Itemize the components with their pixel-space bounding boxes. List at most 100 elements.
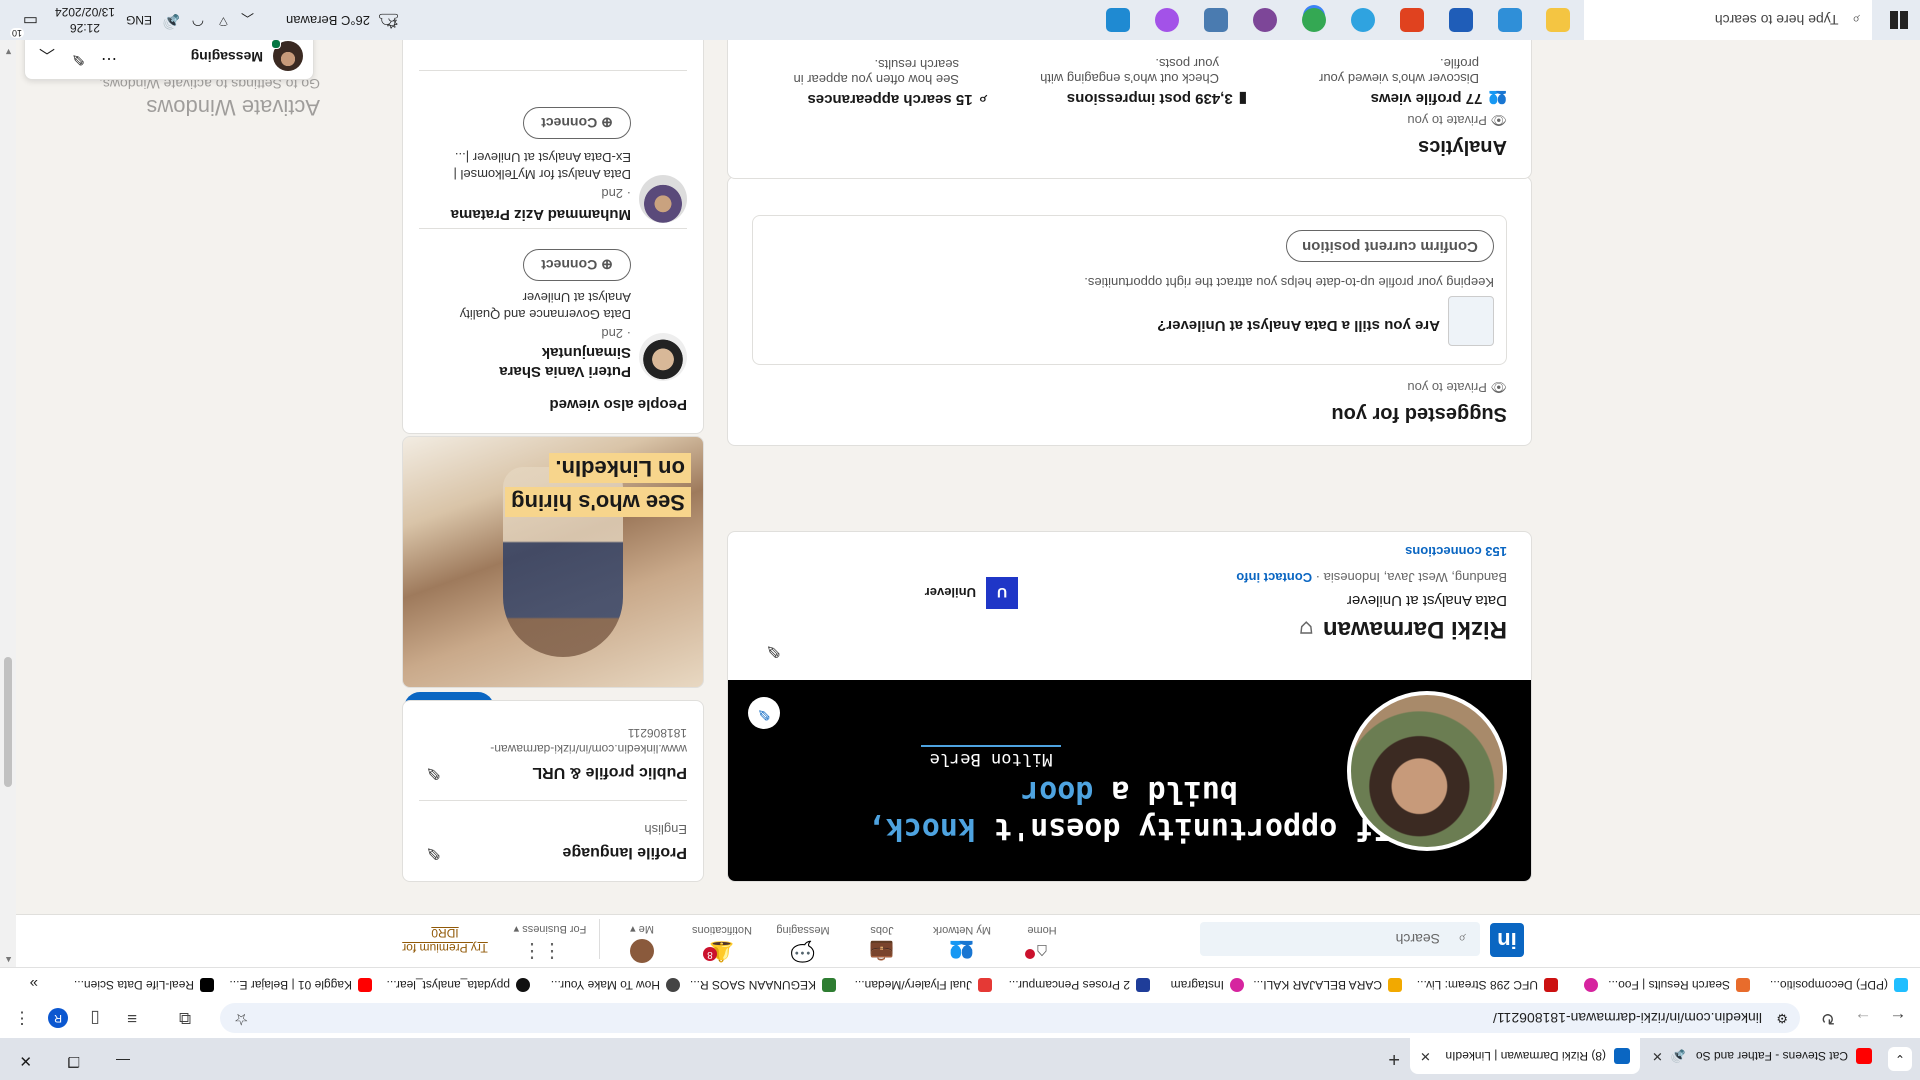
bookmark-item[interactable]: KEGUNAAN SAOS R... [690, 978, 836, 992]
menu-kebab-icon[interactable]: ⋮ [12, 1008, 32, 1028]
windows-start-icon[interactable] [1890, 11, 1908, 29]
analytics-item-profile-views[interactable]: 👥77 profile views Discover who's viewed … [1257, 56, 1507, 108]
person-degree: · 2nd [601, 186, 631, 201]
edge-icon[interactable] [1351, 8, 1375, 32]
media-icon[interactable]: ≡ [122, 1008, 142, 1028]
input-language[interactable]: ENG [126, 13, 152, 27]
nav-for-business[interactable]: ⋮⋮ For Business ▾ [508, 923, 592, 963]
bookmark-item[interactable]: Search Results | Foo... [1608, 978, 1750, 992]
search-icon: ⌕ [1458, 931, 1466, 947]
clock[interactable]: 21:26 13/02/2024 [50, 4, 120, 36]
messaging-widget[interactable]: Messaging ⋯ ✎ ︿ [24, 34, 314, 80]
person-item[interactable]: Muhammad Aziz Pratama · 2nd Data Analyst… [419, 83, 687, 223]
edit-language-pencil-icon[interactable]: ✎ [426, 842, 441, 863]
bookmark-item[interactable] [1578, 978, 1598, 992]
weather-text[interactable]: 26°C Berawan [286, 13, 370, 28]
tor-browser-icon[interactable] [1253, 8, 1277, 32]
avatar [639, 333, 687, 381]
connections-link[interactable]: 153 connections [1405, 544, 1507, 559]
messenger-icon[interactable] [1155, 8, 1179, 32]
bookmark-item[interactable]: Kaggle 01 | Belajar E... [229, 978, 372, 992]
hiring-ad-card[interactable]: See who's hiring on LinkedIn. [402, 436, 704, 688]
bookmark-item[interactable]: CARA BELAJAR KALI... [1253, 978, 1402, 992]
nav-home[interactable]: ⌂ Home [1007, 924, 1077, 963]
bookmark-item[interactable]: ppydata_analyst_lear... [387, 978, 530, 992]
analytics-item-search-appearances[interactable]: ⌕15 search appearances See how often you… [737, 57, 987, 108]
chrome-icon[interactable] [1302, 8, 1326, 32]
new-tab-button[interactable]: + [1388, 1047, 1400, 1070]
photos-icon[interactable] [1498, 8, 1522, 32]
site-info-icon[interactable]: ⚙ [1776, 1003, 1788, 1033]
edit-intro-pencil-icon[interactable]: ✎ [766, 640, 781, 661]
office-icon[interactable] [1400, 8, 1424, 32]
bookmark-item[interactable]: How To Make Your... [551, 978, 680, 992]
bookmark-item[interactable]: 2 Proses Pencampur... [1009, 978, 1150, 992]
nav-me[interactable]: Me ▾ [607, 923, 677, 963]
bookmark-item[interactable]: UFC 298 Stream: Liv... [1417, 978, 1558, 992]
task-manager-icon[interactable] [1204, 8, 1228, 32]
nav-my-network[interactable]: 👥 My Network [927, 924, 997, 963]
tab-close-icon[interactable]: ✕ [1652, 1048, 1663, 1064]
compose-icon[interactable]: ✎ [72, 49, 85, 69]
nav-jobs[interactable]: 💼 Jobs [847, 924, 917, 963]
bookmark-item[interactable]: Jual Flyalery/Medan... [855, 978, 992, 992]
tab-cat-stevens[interactable]: Cat Stevens - Father and So 🔊 ✕ [1642, 1038, 1882, 1074]
file-explorer-icon[interactable] [1546, 8, 1570, 32]
chevron-up-icon[interactable]: ︿ [39, 45, 55, 69]
profile-top-card: If opportunity doesn't knock, build a do… [727, 531, 1532, 882]
bookmark-star-icon[interactable]: ☆ [234, 1003, 248, 1033]
network-icon[interactable]: ⌔ [217, 12, 230, 30]
scroll-down-arrow[interactable]: ▼ [4, 47, 13, 57]
bookmarks-more-button[interactable]: » [30, 975, 38, 992]
address-bar: ← → ↻ ⚙ linkedin.com/in/rizki-darmawan-1… [0, 998, 1920, 1038]
extensions-icon[interactable]: ⧉ [175, 1008, 195, 1028]
verified-shield-icon[interactable]: ⛉ [1300, 618, 1312, 635]
taskbar-search-input[interactable]: ⌕ Type here to search [1584, 0, 1872, 40]
connect-button[interactable]: ⊕ Connect [523, 107, 631, 139]
more-options-icon[interactable]: ⋯ [101, 49, 117, 69]
contact-info-link[interactable]: Contact info [1236, 570, 1312, 585]
profile-photo[interactable] [1347, 691, 1507, 851]
linkedin-logo[interactable]: in [1490, 923, 1524, 957]
site-icon [1136, 978, 1150, 992]
bookmark-item[interactable]: (PDF) Decompositio... [1770, 978, 1908, 992]
site-icon [1736, 978, 1750, 992]
try-premium-link[interactable]: Try Premium for IDR0 [395, 925, 495, 955]
sidepanel-icon[interactable]: ▯ [85, 1008, 105, 1028]
tab-close-icon[interactable]: ✕ [1420, 1048, 1431, 1064]
current-company[interactable]: U Unilever [925, 577, 1018, 609]
analytics-item-post-impressions[interactable]: ▮3,439 post impressions Check out who's … [997, 56, 1247, 108]
profile-avatar[interactable]: R [48, 1008, 68, 1028]
tab-search-button[interactable]: ⌄ [1888, 1047, 1912, 1071]
confirm-position-button[interactable]: Confirm current position [1286, 230, 1494, 262]
scroll-up-arrow[interactable]: ▲ [4, 955, 13, 965]
page-scrollbar[interactable]: ▲ ▼ [0, 40, 16, 967]
person-item[interactable]: Puteri Vania Shara Simanjuntak · 2nd Dat… [419, 241, 687, 381]
url-input[interactable]: ⚙ linkedin.com/in/rizki-darmawan-1818062… [220, 1003, 1800, 1033]
audio-playing-icon[interactable]: 🔊 [1671, 1049, 1686, 1063]
chevron-up-icon[interactable]: ︿ [241, 10, 254, 29]
maximize-button[interactable]: ❐ [67, 1053, 80, 1070]
bookmark-item[interactable]: Instagram [1171, 978, 1244, 992]
sidebar-divider [419, 800, 687, 801]
wifi-icon[interactable]: ◠ [192, 13, 204, 30]
weather-icon[interactable]: 🌥 [377, 10, 400, 31]
nav-notifications[interactable]: 🔔 Notifications 8 [687, 924, 757, 963]
edit-banner-button[interactable]: ✎ [748, 697, 780, 729]
close-window-button[interactable]: ✕ [19, 1052, 32, 1070]
forward-icon[interactable]: → [1853, 1008, 1873, 1028]
scrollbar-thumb[interactable] [4, 657, 12, 787]
connect-button[interactable]: ⊕ Connect [523, 249, 631, 281]
nav-messaging[interactable]: 💬 Messaging [768, 924, 838, 963]
tab-linkedin[interactable]: (8) Rizki Darmawan | LinkedIn ✕ [1410, 1038, 1640, 1074]
li-search-input[interactable]: ⌕ Search [1200, 922, 1480, 956]
volume-icon[interactable]: 🔊 [163, 13, 180, 30]
bookmark-item[interactable]: Real-Life Data Scien... [74, 978, 214, 992]
back-icon[interactable]: ← [1888, 1008, 1908, 1028]
reload-icon[interactable]: ↻ [1818, 1008, 1838, 1028]
notification-center-icon[interactable]: ▭ [23, 11, 38, 31]
vscode-icon[interactable] [1106, 8, 1130, 32]
minimize-button[interactable]: — [116, 1053, 130, 1069]
store-icon[interactable] [1449, 8, 1473, 32]
edit-url-pencil-icon[interactable]: ✎ [426, 762, 441, 783]
